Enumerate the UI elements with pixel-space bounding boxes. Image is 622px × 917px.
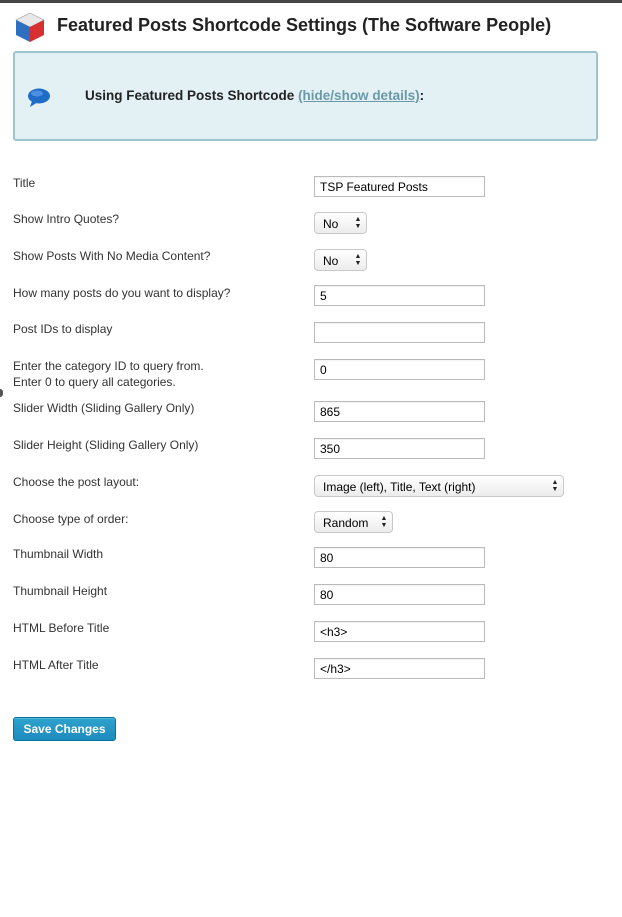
info-suffix: : [419,88,425,103]
save-changes-button[interactable]: Save Changes [13,717,116,741]
title-input[interactable] [314,176,485,197]
up-down-arrows-icon: ▲ ▼ [354,253,362,267]
show-no-media-select[interactable]: No ▲ ▼ [314,249,367,271]
up-down-arrows-icon: ▲ ▼ [354,216,362,230]
info-text: Using Featured Posts Shortcode [85,88,295,103]
layout-select[interactable]: Image (left), Title, Text (right) ▲ ▼ [314,475,564,497]
slider-width-input[interactable] [314,401,485,422]
admin-top-bar [0,0,622,3]
show-no-media-label: Show Posts With No Media Content? [13,249,211,263]
thumb-height-label: Thumbnail Height [13,584,108,598]
show-quotes-value: No [323,217,339,231]
post-ids-label: Post IDs to display [13,322,113,336]
order-value: Random [323,516,369,530]
up-down-arrows-icon: ▲ ▼ [380,515,388,529]
slider-width-label: Slider Width (Sliding Gallery Only) [13,401,195,415]
info-heading: Using Featured Posts Shortcode (hide/sho… [85,88,424,103]
speech-bubble-icon [28,88,50,107]
show-quotes-label: Show Intro Quotes? [13,212,120,226]
num-posts-label: How many posts do you want to display? [13,286,231,300]
title-label: Title [13,176,36,190]
html-before-input[interactable] [314,621,485,642]
category-label-line2: Enter 0 to query all categories. [13,375,176,389]
cube-icon [15,12,45,42]
show-no-media-value: No [323,254,339,268]
category-label-line1: Enter the category ID to query from. [13,359,204,373]
edge-handle [0,389,3,397]
num-posts-input[interactable] [314,285,485,306]
order-label: Choose type of order: [13,512,129,526]
info-box: Using Featured Posts Shortcode (hide/sho… [13,51,598,141]
thumb-width-input[interactable] [314,547,485,568]
post-ids-input[interactable] [314,322,485,343]
page-title: Featured Posts Shortcode Settings (The S… [57,15,552,35]
thumb-width-label: Thumbnail Width [13,547,104,561]
order-select[interactable]: Random ▲ ▼ [314,511,393,533]
layout-label: Choose the post layout: [13,475,140,489]
html-after-label: HTML After Title [13,658,99,672]
layout-value: Image (left), Title, Text (right) [323,480,476,494]
up-down-arrows-icon: ▲ ▼ [551,479,559,493]
html-before-label: HTML Before Title [13,621,110,635]
category-input[interactable] [314,359,485,380]
html-after-input[interactable] [314,658,485,679]
thumb-height-input[interactable] [314,584,485,605]
slider-height-input[interactable] [314,438,485,459]
hide-show-details-link[interactable]: (hide/show details) [298,88,420,103]
show-quotes-select[interactable]: No ▲ ▼ [314,212,367,234]
slider-height-label: Slider Height (Sliding Gallery Only) [13,438,199,452]
